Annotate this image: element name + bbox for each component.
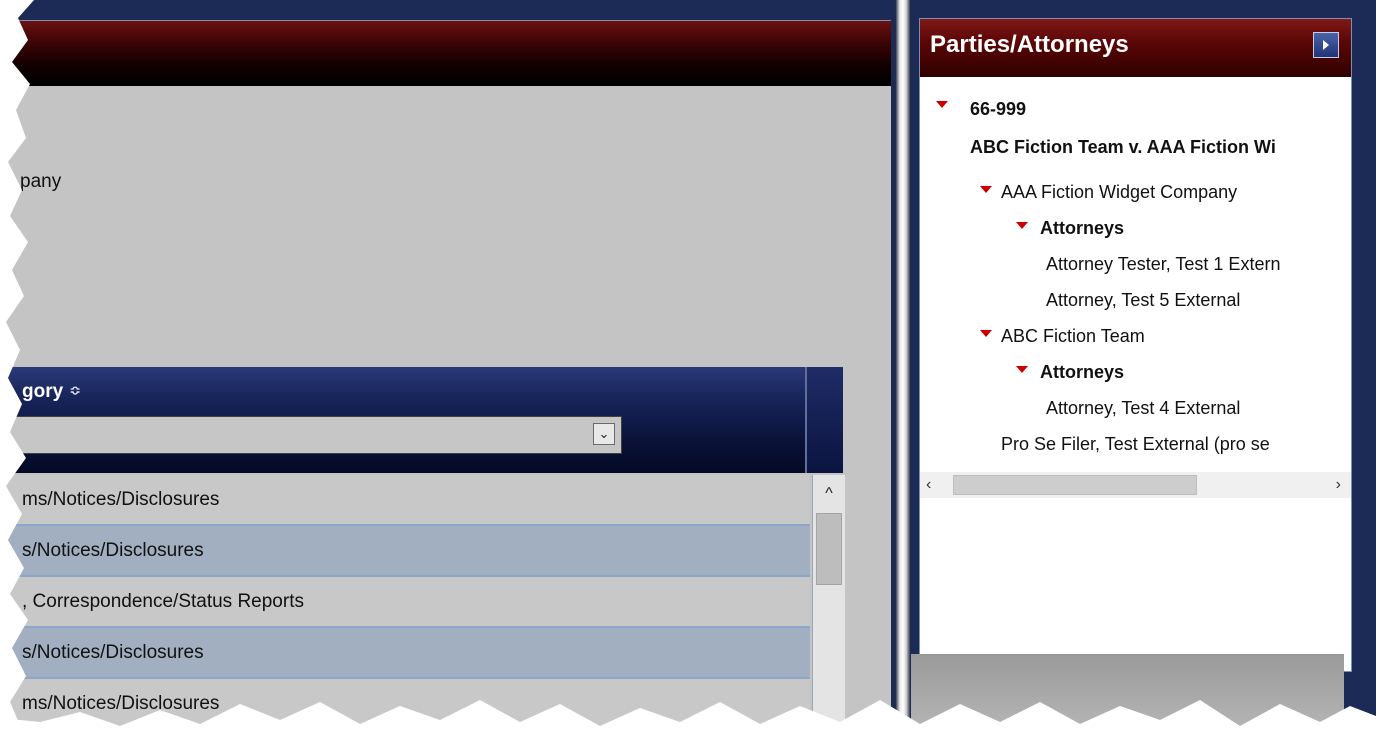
right-edge-border: [1352, 0, 1376, 752]
tree-node-attorneys-group[interactable]: Attorneys: [1040, 218, 1124, 239]
panel-header-bar: [0, 21, 891, 86]
expand-triangle-icon[interactable]: [980, 186, 992, 193]
tree-node-attorneys-group[interactable]: Attorneys: [1040, 362, 1124, 383]
expand-panel-button[interactable]: [1313, 32, 1339, 58]
scrollbar-thumb[interactable]: [816, 513, 842, 585]
scroll-right-icon[interactable]: ›: [1336, 472, 1341, 498]
expand-triangle-icon[interactable]: [1016, 222, 1028, 229]
tree-node-attorney[interactable]: Attorney Tester, Test 1 Extern: [1046, 254, 1280, 275]
panel-title: Parties/Attorneys: [930, 31, 1129, 58]
parties-panel-header: Parties/Attorneys: [920, 19, 1351, 77]
scroll-up-icon[interactable]: ^: [813, 479, 845, 509]
tree-node-party[interactable]: AAA Fiction Widget Company: [1001, 182, 1237, 203]
grid-rows: ms/Notices/Disclosures s/Notices/Disclos…: [0, 475, 810, 730]
category-column-header[interactable]: gory ≎ ⌄: [0, 367, 807, 473]
table-row[interactable]: s/Notices/Disclosures: [0, 628, 810, 679]
tree-horizontal-scrollbar[interactable]: ‹ ›: [920, 472, 1351, 498]
expand-triangle-icon[interactable]: [1016, 366, 1028, 373]
tree-node-party[interactable]: ABC Fiction Team: [1001, 326, 1145, 347]
parties-tree: 66-999 ABC Fiction Team v. AAA Fiction W…: [920, 77, 1351, 477]
grid-vertical-scrollbar[interactable]: ^: [812, 475, 845, 732]
table-row[interactable]: ms/Notices/Disclosures: [0, 679, 810, 730]
expand-triangle-icon[interactable]: [980, 330, 992, 337]
right-pane: Parties/Attorneys 66-999 ABC Fiction Tea…: [911, 0, 1376, 752]
expand-triangle-icon[interactable]: [936, 101, 948, 108]
grid-header: gory ≎ ⌄: [0, 367, 843, 473]
tree-node-case-title[interactable]: ABC Fiction Team v. AAA Fiction Wi: [970, 137, 1276, 158]
tree-node-attorney[interactable]: Attorney, Test 4 External: [1046, 398, 1240, 419]
screenshot: pany gory ≎ ⌄ ms/Notices/Disclosures s/No…: [0, 0, 1376, 752]
grid-header-scroll-spacer: [807, 367, 843, 473]
scrollbar-thumb[interactable]: [953, 475, 1197, 495]
scroll-left-icon[interactable]: ‹: [926, 472, 931, 498]
table-row[interactable]: , Correspondence/Status Reports: [0, 577, 810, 628]
left-pane: pany gory ≎ ⌄ ms/Notices/Disclosures s/No…: [0, 0, 895, 752]
category-column-text: gory: [22, 381, 64, 402]
pane-splitter[interactable]: [895, 0, 911, 752]
caret-right-icon: [1323, 40, 1329, 50]
tree-node-pro-se[interactable]: Pro Se Filer, Test External (pro se: [1001, 434, 1270, 455]
panel-footer: [911, 654, 1344, 752]
parties-attorneys-panel: Parties/Attorneys 66-999 ABC Fiction Tea…: [919, 18, 1352, 672]
chevron-down-icon[interactable]: ⌄: [593, 423, 615, 445]
category-column-label[interactable]: gory ≎: [22, 381, 81, 403]
sort-icon[interactable]: ≎: [69, 382, 81, 399]
tree-node-attorney[interactable]: Attorney, Test 5 External: [1046, 290, 1240, 311]
tree-node-case-number[interactable]: 66-999: [970, 99, 1026, 120]
document-grid: ms/Notices/Disclosures s/Notices/Disclos…: [0, 475, 845, 732]
company-name-text: pany: [20, 171, 62, 192]
table-row[interactable]: ms/Notices/Disclosures: [0, 475, 810, 526]
category-filter-select[interactable]: ⌄: [0, 416, 622, 454]
table-row[interactable]: s/Notices/Disclosures: [0, 526, 810, 577]
